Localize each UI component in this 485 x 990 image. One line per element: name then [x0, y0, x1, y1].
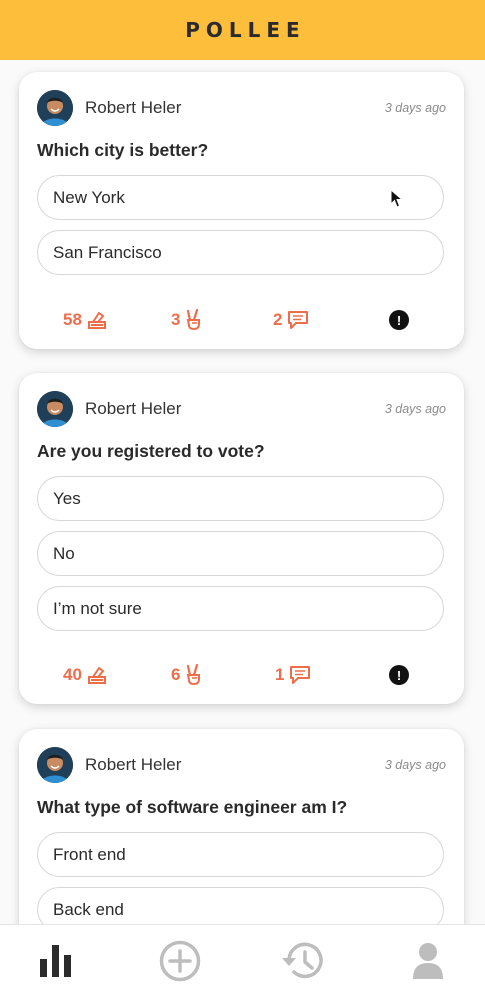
peace-hand-icon	[187, 309, 201, 331]
bar-chart-icon	[40, 945, 71, 977]
poll-option[interactable]: Yes	[37, 476, 444, 521]
peace-value: 6	[171, 665, 181, 684]
poll-option[interactable]: No	[37, 531, 444, 576]
avatar[interactable]	[37, 747, 73, 783]
comments-count[interactable]: 1	[275, 663, 311, 687]
poll-stats: 58 3 2 !	[19, 308, 464, 332]
history-icon	[282, 942, 323, 979]
comments-value: 2	[273, 310, 283, 329]
post-time: 3 days ago	[384, 758, 446, 772]
poll-option[interactable]: San Francisco	[37, 230, 444, 275]
poll-question: Which city is better?	[37, 140, 209, 160]
post-time: 3 days ago	[384, 402, 446, 416]
poll-header: Robert Heler 3 days ago	[37, 747, 446, 783]
peace-count[interactable]: 6	[171, 663, 203, 687]
votes-count[interactable]: 58	[63, 308, 107, 332]
report-button[interactable]: !	[389, 665, 409, 685]
votes-count[interactable]: 40	[63, 663, 107, 687]
app-header: POLLEE	[0, 0, 485, 60]
comments-count[interactable]: 2	[273, 308, 309, 332]
avatar[interactable]	[37, 90, 73, 126]
poll-option[interactable]: Front end	[37, 832, 444, 877]
add-circle-icon	[159, 940, 201, 982]
peace-value: 3	[171, 310, 181, 329]
tab-polls[interactable]	[36, 939, 80, 983]
poll-option[interactable]: New York	[37, 175, 444, 220]
avatar[interactable]	[37, 391, 73, 427]
poll-header: Robert Heler 3 days ago	[37, 391, 446, 427]
poll-card: Robert Heler 3 days ago Which city is be…	[19, 72, 464, 349]
poll-stats: 40 6 1 !	[19, 663, 464, 687]
mouse-cursor-icon	[390, 189, 404, 208]
votes-value: 40	[63, 665, 82, 684]
tab-history[interactable]	[280, 939, 324, 983]
poll-header: Robert Heler 3 days ago	[37, 90, 446, 126]
tab-create-poll[interactable]	[158, 939, 202, 983]
ballot-box-icon	[87, 666, 106, 684]
comment-icon	[290, 666, 311, 684]
author-name[interactable]: Robert Heler	[85, 399, 181, 419]
poll-card: Robert Heler 3 days ago What type of sof…	[19, 729, 464, 924]
peace-count[interactable]: 3	[171, 308, 203, 332]
poll-option[interactable]: Back end	[37, 887, 444, 924]
poll-card: Robert Heler 3 days ago Are you register…	[19, 373, 464, 704]
peace-hand-icon	[187, 664, 201, 686]
poll-question: Are you registered to vote?	[37, 441, 265, 461]
author-name[interactable]: Robert Heler	[85, 755, 181, 775]
bottom-tab-bar	[0, 924, 485, 990]
comment-icon	[288, 311, 309, 329]
profile-icon	[413, 943, 443, 979]
post-time: 3 days ago	[384, 101, 446, 115]
ballot-box-icon	[87, 311, 106, 329]
author-name[interactable]: Robert Heler	[85, 98, 181, 118]
votes-value: 58	[63, 310, 82, 329]
poll-question: What type of software engineer am I?	[37, 797, 348, 817]
app-title: POLLEE	[185, 18, 306, 42]
poll-option[interactable]: I’m not sure	[37, 586, 444, 631]
tab-profile[interactable]	[406, 939, 450, 983]
comments-value: 1	[275, 665, 285, 684]
poll-feed[interactable]: Robert Heler 3 days ago Which city is be…	[0, 60, 485, 924]
report-button[interactable]: !	[389, 310, 409, 330]
